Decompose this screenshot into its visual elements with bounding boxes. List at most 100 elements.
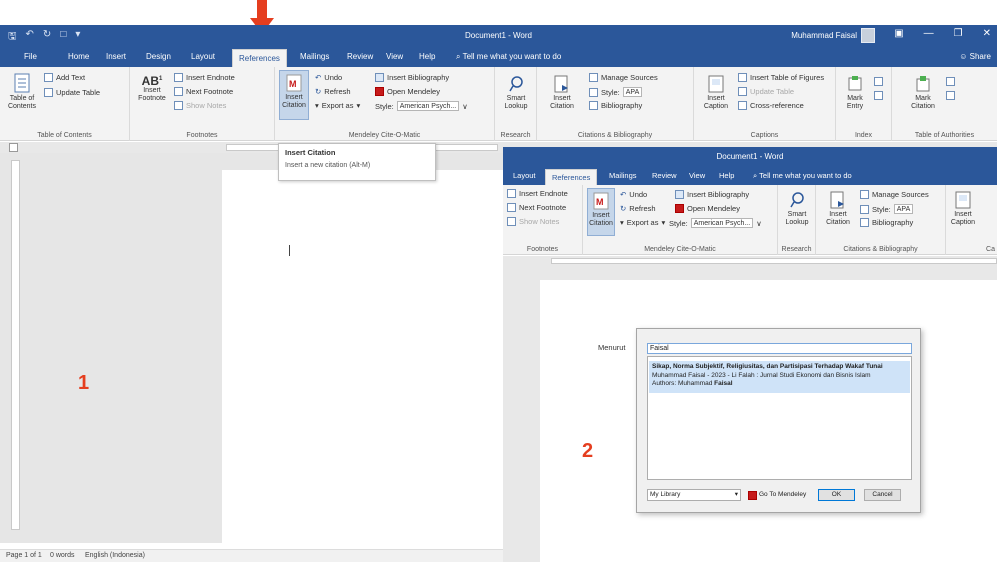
insert-bibliography-button[interactable]: Insert Bibliography bbox=[675, 190, 749, 199]
user-name[interactable]: Muhammad Faisal bbox=[791, 31, 857, 40]
tab-insert[interactable]: Insert bbox=[100, 47, 132, 67]
cross-reference-button[interactable]: Cross-reference bbox=[738, 101, 804, 110]
tell-me-search[interactable]: ⌕ Tell me what you want to do bbox=[753, 167, 852, 185]
refresh-icon: ↻ bbox=[315, 87, 322, 96]
style-value[interactable]: American Psych... bbox=[396, 101, 460, 111]
close-icon[interactable]: ✕ bbox=[983, 28, 991, 39]
refresh-button[interactable]: ↻ Refresh bbox=[620, 204, 656, 213]
tab-mailings[interactable]: Mailings bbox=[294, 47, 335, 67]
add-text-button[interactable]: Add Text bbox=[44, 73, 85, 82]
language-status[interactable]: English (Indonesia) bbox=[85, 552, 145, 559]
tab-references[interactable]: References bbox=[232, 49, 287, 67]
insert-caption-button[interactable]: Insert Caption bbox=[698, 75, 734, 111]
text-cursor bbox=[289, 245, 290, 256]
insert-authorities-icon[interactable] bbox=[946, 77, 955, 86]
bibliography-button[interactable]: Bibliography bbox=[860, 218, 913, 227]
tab-help[interactable]: Help bbox=[413, 47, 441, 67]
insert-citation-button[interactable]: Insert Citation bbox=[541, 75, 583, 111]
tab-view[interactable]: View bbox=[380, 47, 409, 67]
cross-reference-icon bbox=[738, 101, 747, 110]
mark-entry-button[interactable]: Mark Entry bbox=[840, 75, 870, 111]
update-table-figures-button[interactable]: Update Table bbox=[738, 87, 794, 96]
insert-bibliography-button[interactable]: Insert Bibliography bbox=[375, 73, 449, 82]
smart-lookup-button[interactable]: Smart Lookup bbox=[780, 191, 814, 227]
style-value[interactable]: APA bbox=[893, 204, 914, 214]
insert-citation-mendeley-button[interactable]: M Insert Citation bbox=[587, 188, 615, 236]
tab-file[interactable]: File bbox=[18, 47, 43, 67]
manage-sources-button[interactable]: Manage Sources bbox=[860, 190, 929, 199]
tab-view[interactable]: View bbox=[683, 167, 711, 185]
show-notes-button[interactable]: Show Notes bbox=[507, 217, 559, 226]
next-footnote-button[interactable]: Next Footnote bbox=[507, 203, 566, 212]
tab-mailings[interactable]: Mailings bbox=[603, 167, 643, 185]
mark-citation-button[interactable]: Mark Citation bbox=[906, 75, 940, 111]
next-footnote-button[interactable]: Next Footnote bbox=[174, 87, 233, 96]
insert-citation-mendeley-button[interactable]: M Insert Citation bbox=[279, 70, 309, 120]
insert-index-icon[interactable] bbox=[874, 77, 883, 86]
refresh-label: Refresh bbox=[629, 204, 656, 213]
list-item[interactable]: Sikap, Norma Subjektif, Religiusitas, da… bbox=[649, 361, 910, 393]
update-table-button[interactable]: Update Table bbox=[44, 88, 100, 97]
ok-button[interactable]: OK bbox=[818, 489, 855, 501]
smart-lookup-button[interactable]: Smart Lookup bbox=[499, 75, 533, 111]
tab-references[interactable]: References bbox=[545, 169, 598, 185]
manage-sources-button[interactable]: Manage Sources bbox=[589, 73, 658, 82]
table-of-contents-button[interactable]: Table of Contents bbox=[4, 73, 40, 111]
word-count[interactable]: 0 words bbox=[50, 552, 75, 559]
update-index-icon[interactable] bbox=[874, 91, 883, 100]
tab-review[interactable]: Review bbox=[341, 47, 379, 67]
insert-citation-button[interactable]: Insert Citation bbox=[818, 191, 858, 227]
page-count[interactable]: Page 1 of 1 bbox=[6, 552, 42, 559]
group-label: Research bbox=[500, 132, 531, 139]
bibliography-button[interactable]: Bibliography bbox=[589, 101, 642, 110]
ribbon-tabs: Layout References Mailings Review View H… bbox=[503, 167, 997, 185]
open-mendeley-button[interactable]: Open Mendeley bbox=[675, 204, 740, 213]
style-select[interactable]: Style: American Psych... ∨ bbox=[669, 218, 762, 228]
document-page[interactable] bbox=[222, 170, 507, 550]
tab-layout[interactable]: Layout bbox=[507, 167, 542, 185]
show-notes-button[interactable]: Show Notes bbox=[174, 101, 226, 110]
tell-me-search[interactable]: ⌕ Tell me what you want to do bbox=[456, 47, 561, 67]
search-icon bbox=[790, 192, 804, 208]
horizontal-ruler bbox=[503, 256, 997, 266]
style-value[interactable]: APA bbox=[622, 87, 643, 97]
group-label: Citations & Bibliography bbox=[843, 246, 918, 253]
insert-footnote-button[interactable]: AB1 Insert Footnote bbox=[138, 75, 166, 103]
refresh-button[interactable]: ↻ Refresh bbox=[315, 87, 351, 96]
show-notes-icon bbox=[507, 217, 516, 226]
undo-icon: ↶ bbox=[620, 190, 627, 199]
chevron-down-icon: ▾ bbox=[661, 218, 666, 227]
share-button[interactable]: ☺ Share bbox=[959, 47, 991, 67]
citation-search-input[interactable]: Faisal bbox=[647, 343, 912, 354]
ribbon-display-icon[interactable]: ▣ bbox=[894, 28, 903, 39]
library-select[interactable]: My Library ▾ bbox=[647, 489, 741, 501]
style-select[interactable]: Style: American Psych... ∨ bbox=[375, 101, 468, 111]
restore-icon[interactable]: ❐ bbox=[954, 28, 963, 39]
insert-table-of-figures-button[interactable]: Insert Table of Figures bbox=[738, 73, 824, 82]
group-mendeley: M Insert Citation ↶ Undo ↻ Refresh ▾ Export… bbox=[583, 185, 778, 255]
tab-layout[interactable]: Layout bbox=[185, 47, 221, 67]
undo-mendeley-button[interactable]: ↶ Undo bbox=[620, 190, 647, 199]
tab-review[interactable]: Review bbox=[646, 167, 683, 185]
endnote-icon bbox=[174, 73, 183, 82]
citation-style-select[interactable]: Style: APA bbox=[589, 87, 643, 97]
insert-endnote-button[interactable]: Insert Endnote bbox=[174, 73, 235, 82]
style-value[interactable]: American Psych... bbox=[690, 218, 754, 228]
export-as-button[interactable]: ▾ Export as ▾ bbox=[315, 101, 360, 110]
minimize-icon[interactable]: — bbox=[924, 28, 934, 39]
tab-home[interactable]: Home bbox=[62, 47, 95, 67]
undo-mendeley-button[interactable]: ↶ Undo bbox=[315, 73, 342, 82]
export-as-button[interactable]: ▾ Export as ▾ bbox=[620, 218, 665, 227]
go-to-mendeley-button[interactable]: Go To Mendeley bbox=[748, 489, 808, 501]
insert-caption-button[interactable]: Insert Caption bbox=[948, 191, 978, 227]
open-mendeley-button[interactable]: Open Mendeley bbox=[375, 87, 440, 96]
group-label: Research bbox=[781, 246, 812, 253]
citation-style-select[interactable]: Style: APA bbox=[860, 204, 914, 214]
insert-endnote-button[interactable]: Insert Endnote bbox=[507, 189, 568, 198]
tab-help[interactable]: Help bbox=[713, 167, 740, 185]
tab-design[interactable]: Design bbox=[140, 47, 177, 67]
avatar[interactable] bbox=[861, 28, 875, 43]
tab-selector[interactable] bbox=[9, 143, 18, 152]
update-authorities-icon[interactable] bbox=[946, 91, 955, 100]
cancel-button[interactable]: Cancel bbox=[864, 489, 901, 501]
